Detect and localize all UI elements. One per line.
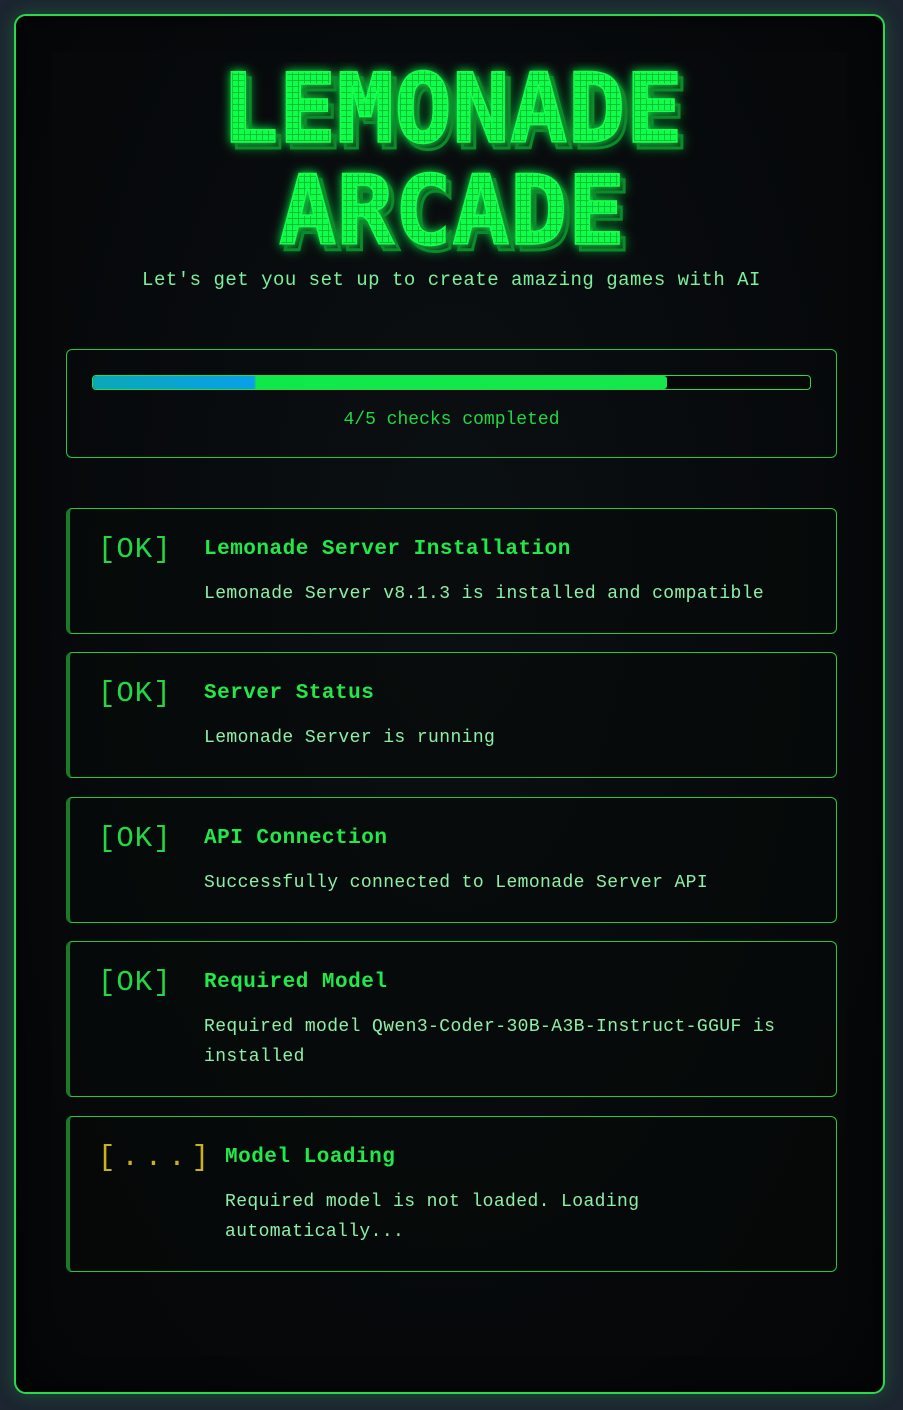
check-required-model: [OK] Required Model Required model Qwen3… bbox=[66, 941, 837, 1097]
check-title: API Connection bbox=[204, 827, 388, 850]
check-description: Lemonade Server is running bbox=[204, 728, 496, 748]
check-server-installation: [OK] Lemonade Server Installation Lemona… bbox=[66, 508, 837, 634]
status-ok-indicator: [OK] bbox=[98, 677, 172, 710]
check-description: Required model is not loaded. Loading au… bbox=[225, 1192, 640, 1242]
progress-panel: 4/5 checks completed bbox=[66, 349, 837, 458]
subtitle: Let's get you set up to create amazing g… bbox=[142, 269, 761, 291]
check-title: Server Status bbox=[204, 682, 375, 705]
progress-label: 4/5 checks completed bbox=[343, 410, 560, 430]
check-title: Model Loading bbox=[225, 1146, 396, 1169]
check-description: Required model Qwen3-Coder-30B-A3B-Instr… bbox=[204, 1017, 776, 1067]
check-api-connection: [OK] API Connection Successfully connect… bbox=[66, 797, 837, 923]
check-description: Successfully connected to Lemonade Serve… bbox=[204, 873, 709, 893]
title-line2: ARCADE bbox=[279, 155, 626, 262]
check-server-status: [OK] Server Status Lemonade Server is ru… bbox=[66, 652, 837, 778]
check-model-loading: [...] Model Loading Required model is no… bbox=[66, 1116, 837, 1272]
status-ok-indicator: [OK] bbox=[98, 966, 172, 999]
progress-bar bbox=[92, 375, 811, 390]
status-ok-indicator: [OK] bbox=[98, 822, 172, 855]
title-line1: LEMONADE bbox=[221, 62, 683, 165]
status-pending-indicator: [...] bbox=[98, 1141, 216, 1174]
app-title: LEMONADE LEMONADE ARCADE ARCADE bbox=[16, 62, 887, 262]
progress-bar-fill bbox=[93, 376, 667, 389]
check-title: Required Model bbox=[204, 971, 388, 994]
setup-panel: LEMONADE LEMONADE ARCADE ARCADE Let's ge… bbox=[14, 14, 885, 1394]
check-description: Lemonade Server v8.1.3 is installed and … bbox=[204, 584, 765, 604]
status-ok-indicator: [OK] bbox=[98, 533, 172, 566]
check-title: Lemonade Server Installation bbox=[204, 538, 571, 561]
title-logo: LEMONADE LEMONADE ARCADE ARCADE bbox=[220, 62, 690, 262]
